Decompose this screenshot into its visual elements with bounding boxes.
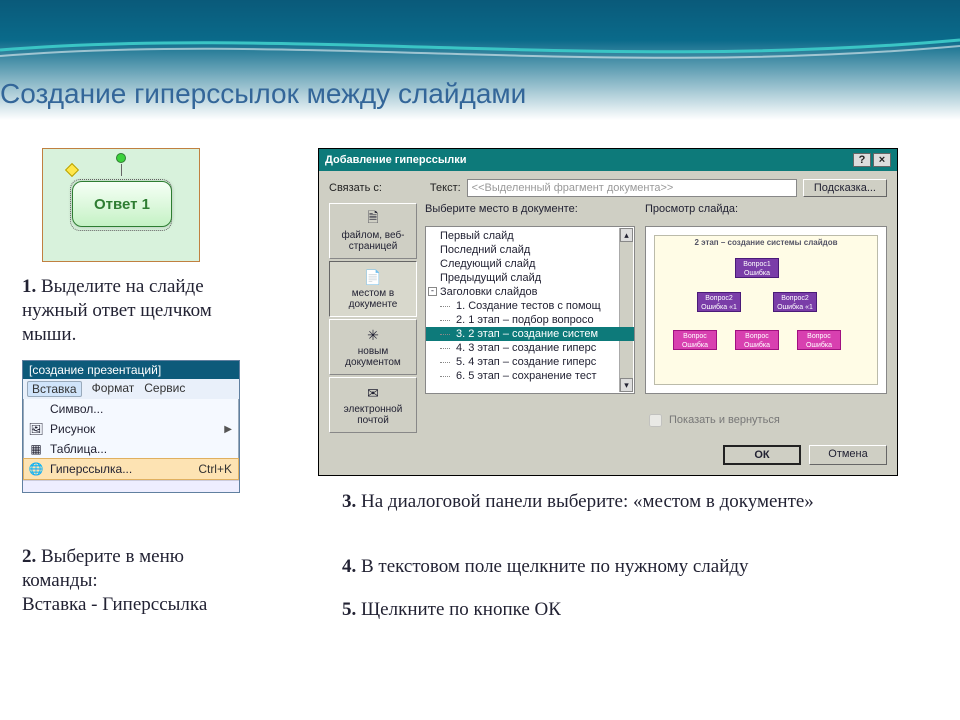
tree-row[interactable]: Последний слайд: [426, 243, 634, 257]
text-input[interactable]: <<Выделенный фрагмент документа>>: [467, 179, 797, 197]
ok-button[interactable]: ОК: [723, 445, 801, 465]
checkbox-icon[interactable]: [649, 414, 662, 427]
tree-row[interactable]: Первый слайд: [426, 229, 634, 243]
window-caption: [создание презентаций]: [23, 361, 239, 379]
tree-row[interactable]: 1. Создание тестов с помощ: [426, 299, 634, 313]
preview-node: Вопрос2 Ошибка «1: [697, 292, 741, 312]
tree-row[interactable]: Заголовки слайдов-: [426, 285, 634, 299]
step-5: 5. Щелкните по кнопке ОК: [342, 598, 902, 622]
page-title: Создание гиперссылок между слайдами: [0, 78, 526, 110]
target-label: новым документом: [332, 346, 414, 368]
target-icon: ✉: [364, 384, 382, 402]
answer-shape[interactable]: Ответ 1: [72, 181, 172, 227]
help-button[interactable]: ?: [853, 153, 871, 167]
slide-preview: 2 этап – создание системы слайдов Вопрос…: [645, 226, 887, 394]
tree-row[interactable]: Предыдущий слайд: [426, 271, 634, 285]
menu-icon: 🌐: [28, 461, 44, 477]
target-icon: 🗎: [364, 210, 382, 228]
preview-node: Вопрос Ошибка: [735, 330, 779, 350]
menu-item[interactable]: Символ...: [24, 399, 238, 419]
menu-item[interactable]: 🖼Рисунок▶: [24, 419, 238, 439]
tree-row[interactable]: 4. 3 этап – создание гиперс: [426, 341, 634, 355]
close-button[interactable]: ×: [873, 153, 891, 167]
preview-node: Вопрос Ошибка: [797, 330, 841, 350]
selected-shape-figure: Ответ 1: [42, 148, 200, 262]
preview-node: Вопрос2 Ошибка «1: [773, 292, 817, 312]
expander-icon[interactable]: -: [428, 287, 437, 296]
target-label: местом в документе: [332, 288, 414, 310]
link-target-button[interactable]: ✳ новым документом: [329, 319, 417, 375]
dialog-titlebar: Добавление гиперссылки ? ×: [319, 149, 897, 171]
place-tree[interactable]: ▴▾ Первый слайдПоследний слайдСледующий …: [425, 226, 635, 394]
rotation-handle-icon: [116, 153, 126, 163]
text-label: Текст:: [430, 182, 461, 194]
hyperlink-dialog: Добавление гиперссылки ? × Связать с: Те…: [318, 148, 898, 476]
preview-node: Вопрос Ошибка: [673, 330, 717, 350]
decor-swoosh: [0, 32, 960, 62]
preview-title: 2 этап – создание системы слайдов: [655, 238, 877, 247]
step-1: 1. Выделите на слайде нужный ответ щелчк…: [22, 275, 262, 346]
menu-item-label: Символ...: [50, 402, 103, 416]
menu-insert[interactable]: Вставка: [27, 381, 82, 397]
tree-row[interactable]: 2. 1 этап – подбор вопросо: [426, 313, 634, 327]
menu-item-label: Гиперссылка...: [50, 462, 132, 476]
step-3: 3. На диалоговой панели выберите: «место…: [342, 490, 902, 514]
menu-format[interactable]: Формат: [92, 381, 135, 397]
show-return-check[interactable]: Показать и вернуться: [645, 407, 887, 433]
link-target-button[interactable]: ✉ электронной почтой: [329, 377, 417, 433]
menu-service[interactable]: Сервис: [144, 381, 185, 397]
target-label: файлом, веб-страницей: [332, 230, 414, 252]
dialog-title: Добавление гиперссылки: [325, 154, 466, 166]
menu-item-label: Рисунок: [50, 422, 95, 436]
target-icon: ✳: [364, 326, 382, 344]
link-target-button[interactable]: 📄 местом в документе: [329, 261, 417, 317]
tree-label: Выберите место в документе:: [425, 203, 635, 222]
target-icon: 📄: [364, 268, 382, 286]
hint-button[interactable]: Подсказка...: [803, 179, 887, 197]
tree-row[interactable]: 5. 4 этап – создание гиперс: [426, 355, 634, 369]
menu-icon: 🖼: [28, 421, 44, 437]
menu-icon: [28, 401, 44, 417]
menu-icon: ▦: [28, 441, 44, 457]
target-label: электронной почтой: [332, 404, 414, 426]
step-4: 4. В текстовом поле щелкните по нужному …: [342, 555, 902, 579]
cancel-button[interactable]: Отмена: [809, 445, 887, 465]
insert-menu-figure: [создание презентаций] Вставка Формат Се…: [22, 360, 240, 493]
link-with-label: Связать с:: [329, 182, 382, 194]
ruler: [23, 480, 239, 492]
tree-row[interactable]: 6. 5 этап – сохранение тест: [426, 369, 634, 383]
tree-row[interactable]: 3. 2 этап – создание систем: [426, 327, 634, 341]
menu-item[interactable]: 🌐Гиперссылка...Ctrl+K: [23, 458, 239, 480]
tree-row[interactable]: Следующий слайд: [426, 257, 634, 271]
menu-item-label: Таблица...: [50, 442, 107, 456]
step-2: 2. Выберите в меню команды: Вставка - Ги…: [22, 545, 262, 616]
link-target-button[interactable]: 🗎 файлом, веб-страницей: [329, 203, 417, 259]
preview-label: Просмотр слайда:: [645, 203, 887, 222]
adjust-handle-icon: [65, 163, 79, 177]
menu-item[interactable]: ▦ Таблица...: [24, 439, 238, 459]
menubar: Вставка Формат Сервис: [23, 379, 239, 399]
preview-node: Вопрос1 Ошибка: [735, 258, 779, 278]
